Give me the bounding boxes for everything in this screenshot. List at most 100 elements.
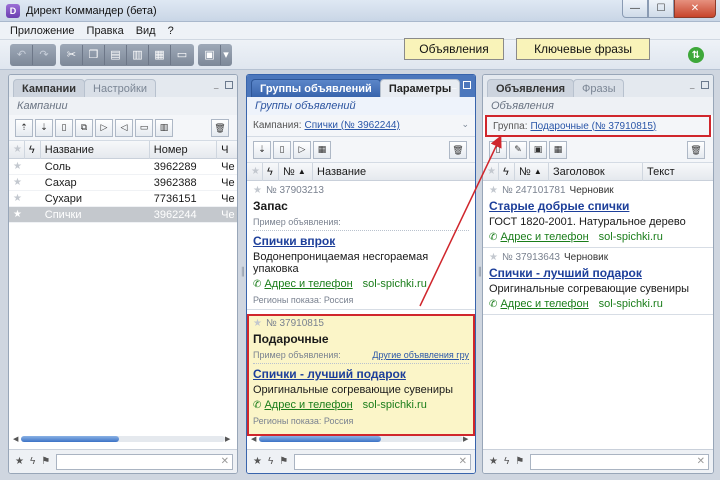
star-icon[interactable]: ★ [13, 193, 22, 204]
flash-filter-icon[interactable]: ϟ [268, 456, 273, 467]
scroll-left-icon[interactable]: ◀ [13, 435, 21, 443]
column-number-sort[interactable]: № ▲ [279, 162, 313, 181]
star-column-icon[interactable]: ★ [247, 162, 263, 181]
table-row[interactable]: ★ Соль 3962289 Че [9, 159, 237, 175]
ad-title[interactable]: Спички - лучший подарок [253, 367, 469, 381]
star-column-icon[interactable]: ★ [9, 140, 25, 159]
table-row-selected[interactable]: ★ Спички 3962244 Че [9, 207, 237, 223]
star-icon[interactable]: ★ [13, 177, 22, 188]
stats-icon[interactable]: ▥ [127, 44, 149, 65]
address-link[interactable]: Адрес и телефон [264, 278, 352, 290]
tab-settings[interactable]: Настройки [84, 79, 156, 97]
grid-icon[interactable]: ▦ [149, 44, 171, 65]
start-icon[interactable]: ▷ [293, 140, 311, 159]
ad-item[interactable]: ★ № 247101781 Черновик Старые добрые спичк… [483, 181, 713, 248]
column-title[interactable]: Заголовок [549, 162, 643, 181]
ad-title[interactable]: Спички - лучший подарок [489, 266, 707, 280]
ad-title[interactable]: Спички впрок [253, 234, 469, 248]
edit-icon[interactable]: ✎ [509, 140, 527, 159]
column-extra[interactable]: Ч [217, 141, 237, 159]
panel-maximize-icon[interactable] [225, 81, 233, 89]
column-number[interactable]: Номер [150, 140, 218, 159]
table-icon[interactable]: ▭ [171, 45, 193, 65]
flag-filter-icon[interactable]: ⚑ [279, 456, 288, 467]
search-input[interactable]: ✕ [294, 453, 471, 470]
redo-icon[interactable]: ↷ [33, 45, 55, 65]
flash-column-icon[interactable]: ϟ [25, 140, 41, 159]
flash-column-icon[interactable]: ϟ [499, 162, 515, 181]
splitter-handle[interactable]: ║ [477, 265, 483, 279]
search-input[interactable]: ✕ [530, 453, 709, 470]
clear-search-icon[interactable]: ✕ [459, 456, 467, 467]
flash-filter-icon[interactable]: ϟ [504, 456, 509, 467]
clear-search-icon[interactable]: ✕ [221, 456, 229, 467]
flash-column-icon[interactable]: ϟ [263, 162, 279, 181]
table-icon[interactable]: ▦ [313, 140, 331, 159]
undo-icon[interactable]: ↶ [11, 44, 33, 65]
flash-filter-icon[interactable]: ϟ [30, 456, 35, 467]
star-filter-icon[interactable]: ★ [15, 456, 24, 467]
tab-phrases[interactable]: Фразы [573, 79, 625, 97]
panel-maximize-icon[interactable] [701, 81, 709, 89]
menu-item-help[interactable]: ? [168, 25, 174, 37]
star-column-icon[interactable]: ★ [483, 162, 499, 181]
new-document-icon[interactable]: ▯ [55, 118, 73, 137]
archive-icon[interactable]: ▭ [135, 118, 153, 137]
menu-item-edit[interactable]: Правка [87, 25, 124, 37]
address-link[interactable]: Адрес и телефон [264, 399, 352, 411]
star-filter-icon[interactable]: ★ [253, 456, 262, 467]
splitter-handle[interactable]: ║ [240, 265, 246, 279]
copy-campaign-icon[interactable]: ⧉ [75, 118, 93, 137]
delete-icon[interactable]: 🗑 [449, 141, 467, 159]
menu-item-view[interactable]: Вид [136, 25, 156, 37]
scroll-right-icon[interactable]: ▶ [463, 435, 471, 443]
panel-minimize-icon[interactable]: _ [690, 81, 698, 89]
tab-ads[interactable]: Объявления [487, 79, 575, 97]
campaign-link[interactable]: Спички (№ 3962244) [305, 120, 400, 131]
table-row[interactable]: ★ Сахар 3962388 Че [9, 175, 237, 191]
layout-icon[interactable]: ▣ [199, 44, 221, 65]
group-link[interactable]: Подарочные (№ 37910815) [530, 121, 656, 132]
star-icon[interactable]: ★ [253, 185, 262, 196]
start-icon[interactable]: ▷ [95, 118, 113, 137]
ad-item[interactable]: ★ № 37913643 Черновик Спички - лучший пода… [483, 248, 713, 315]
tab-campaigns[interactable]: Кампании [13, 79, 86, 97]
delete-icon[interactable]: 🗑 [687, 141, 705, 159]
horizontal-scrollbar[interactable]: ◀ ▶ [13, 435, 233, 443]
table-row[interactable]: ★ Сухари 7736151 Че [9, 191, 237, 207]
panel-minimize-icon[interactable]: _ [214, 81, 222, 89]
column-name[interactable]: Название [313, 163, 475, 181]
ad-title[interactable]: Старые добрые спички [489, 199, 707, 213]
delete-icon[interactable]: 🗑 [211, 119, 229, 137]
column-text[interactable]: Текст [643, 163, 713, 181]
download-icon[interactable]: ⇣ [35, 118, 53, 137]
download-icon[interactable]: ⇣ [253, 140, 271, 159]
star-icon[interactable]: ★ [489, 185, 498, 196]
layout-dropdown-icon[interactable]: ▾ [221, 45, 231, 65]
maximize-button[interactable]: ☐ [648, 0, 674, 18]
paste-icon[interactable]: ▤ [105, 44, 127, 65]
sync-status-icon[interactable]: ⇅ [688, 47, 704, 63]
scroll-left-icon[interactable]: ◀ [251, 435, 259, 443]
ad-group-item-selected[interactable]: ★ № 37910815 Подарочные Пример объявления… [247, 314, 475, 436]
new-document-icon[interactable]: ▯ [273, 140, 291, 159]
panel-maximize-icon[interactable] [463, 81, 471, 89]
cut-icon[interactable]: ✂ [61, 44, 83, 65]
copy-icon[interactable]: ❐ [83, 44, 105, 65]
minimize-button[interactable]: — [622, 0, 648, 18]
star-icon[interactable]: ★ [253, 318, 262, 329]
stop-icon[interactable]: ◁ [115, 118, 133, 137]
column-number-sort[interactable]: № ▲ [515, 162, 549, 181]
star-icon[interactable]: ★ [13, 209, 22, 220]
upload-icon[interactable]: ⇡ [15, 118, 33, 137]
new-document-icon[interactable]: ▯ [489, 140, 507, 159]
collapse-chevron-icon[interactable]: ⌄ [461, 119, 469, 130]
image-icon[interactable]: ▣ [529, 140, 547, 159]
flag-filter-icon[interactable]: ⚑ [515, 456, 524, 467]
chart-icon[interactable]: ▥ [155, 118, 173, 137]
other-ads-link[interactable]: Другие объявления гру [372, 350, 469, 360]
horizontal-scrollbar[interactable]: ◀ ▶ [251, 435, 471, 443]
column-name[interactable]: Название [41, 140, 150, 159]
flag-filter-icon[interactable]: ⚑ [41, 456, 50, 467]
table-icon[interactable]: ▦ [549, 140, 567, 159]
